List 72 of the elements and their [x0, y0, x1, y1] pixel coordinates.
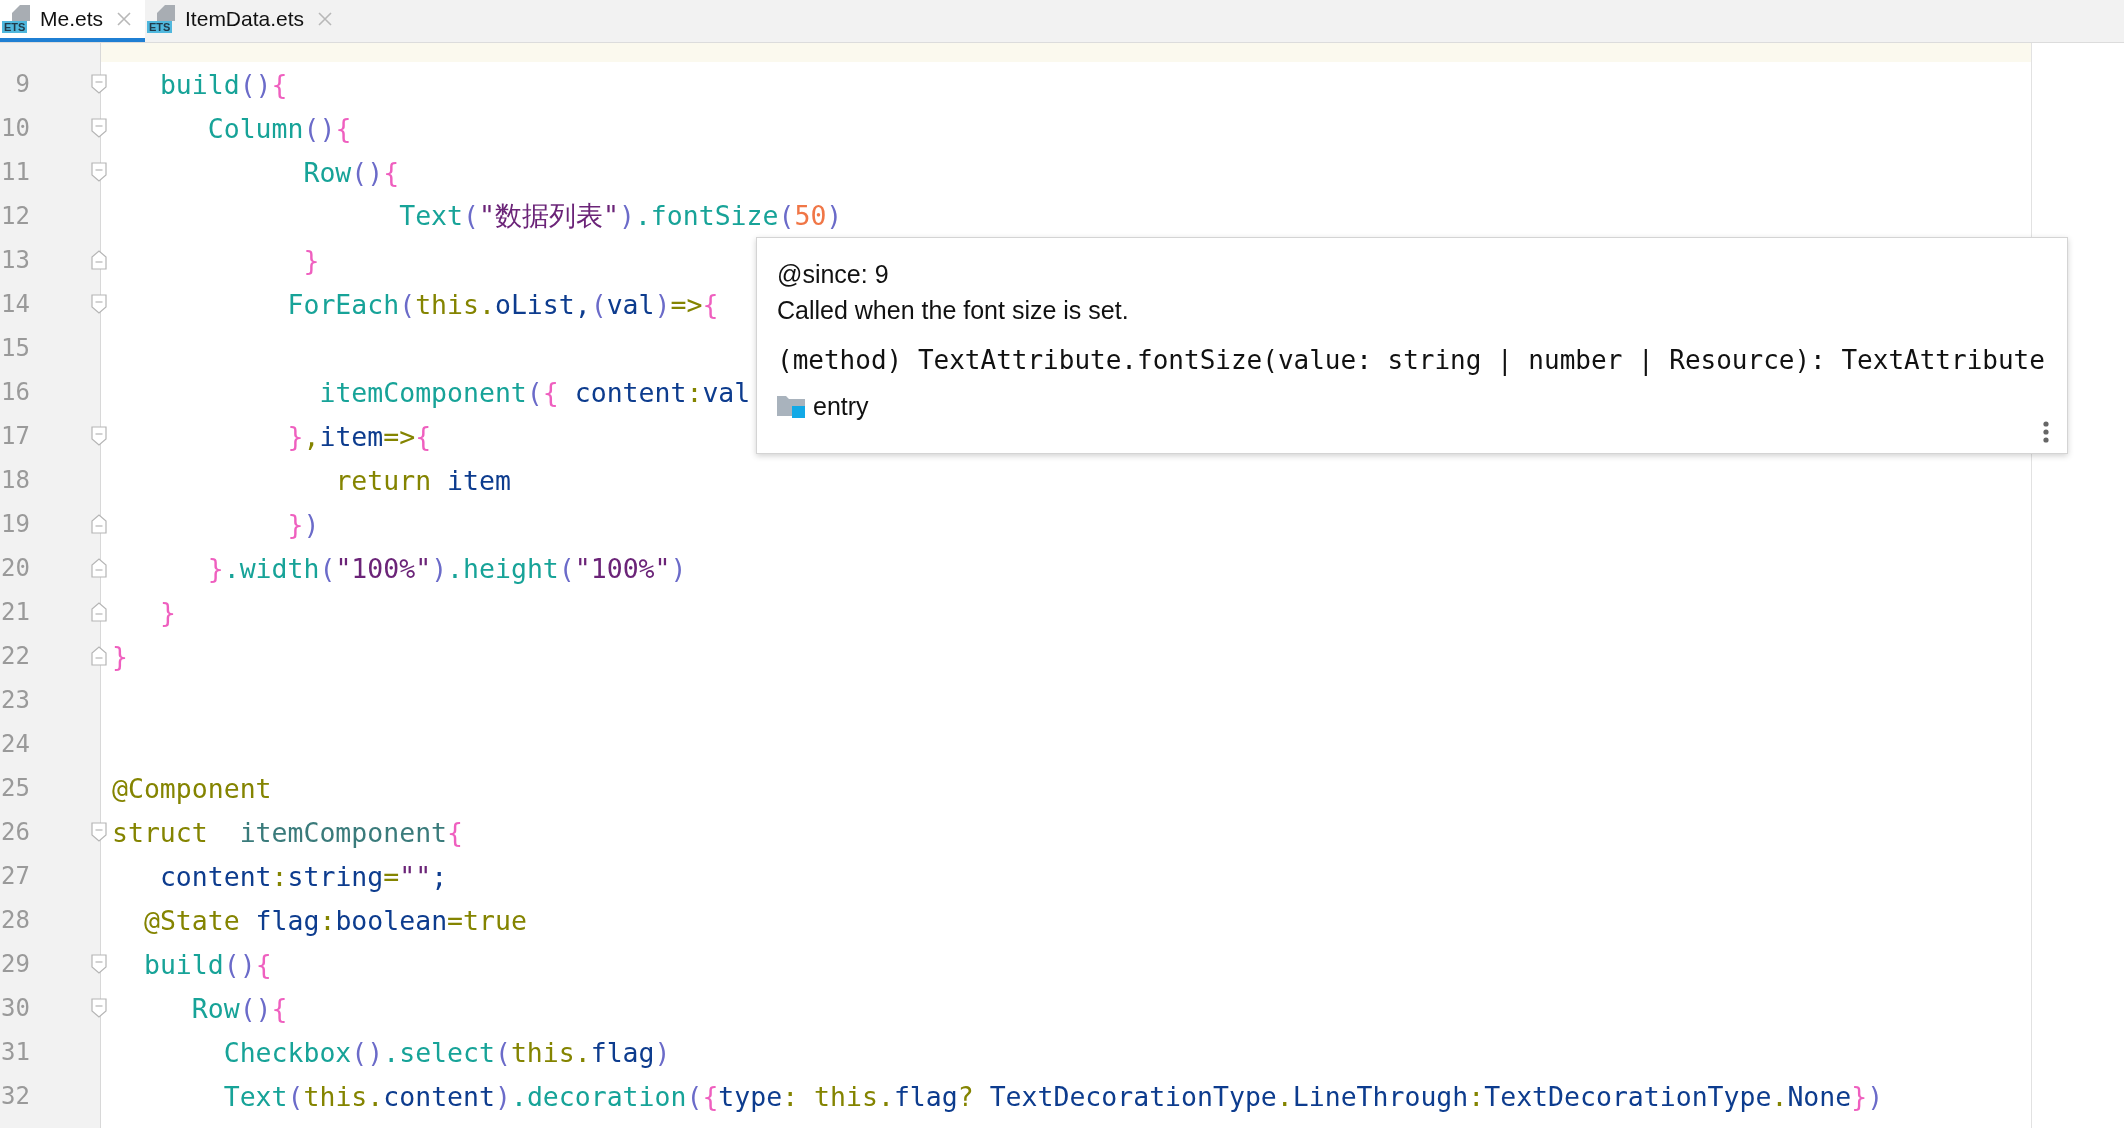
doc-description: Called when the font size is set.: [777, 295, 1130, 326]
line-number: 28: [0, 906, 30, 934]
line-number: 25: [0, 774, 30, 802]
code-line: }: [303, 244, 320, 276]
line-number: 12: [0, 202, 30, 230]
code-line: @State flag:boolean=true: [143, 904, 527, 936]
line-number: 19: [0, 510, 30, 538]
fold-icon[interactable]: [91, 294, 107, 314]
line-number: 17: [0, 422, 30, 450]
code-line: Row(){: [303, 156, 400, 188]
file-icon: [12, 5, 30, 21]
line-number: 32: [0, 1082, 30, 1110]
fold-icon[interactable]: [91, 162, 107, 182]
module-name: entry: [813, 391, 869, 422]
method-signature: (method) TextAttribute.fontSize(value: string | number | Resource): TextAttribute: [777, 344, 2046, 378]
code-line: return item: [335, 464, 511, 496]
line-number: 22: [0, 642, 30, 670]
editor-tab[interactable]: ETS ItemData.ets: [145, 0, 347, 42]
file-type-badge: ETS: [147, 21, 173, 33]
line-number: 27: [0, 862, 30, 890]
code-line: build(){: [159, 68, 288, 100]
line-number: 18: [0, 466, 30, 494]
since-label: @since: 9: [777, 259, 890, 290]
code-line: content:string="";: [159, 860, 448, 892]
line-number: 24: [0, 730, 30, 758]
fold-icon[interactable]: [91, 998, 107, 1018]
line-number: 14: [0, 290, 30, 318]
file-icon: [157, 5, 176, 21]
line-number: 20: [0, 554, 30, 582]
code-line: ForEach(this.oList,(val)=>{: [287, 288, 719, 320]
line-number: 30: [0, 994, 30, 1022]
line-number: 11: [0, 158, 30, 186]
code-line: struct itemComponent{: [112, 816, 464, 848]
code-line: }: [159, 596, 176, 628]
line-number: 31: [0, 1038, 30, 1066]
line-number: 23: [0, 686, 30, 714]
fold-icon[interactable]: [91, 602, 107, 622]
code-line: },item=>{: [287, 420, 432, 452]
line-number: 26: [0, 818, 30, 846]
line-number: 15: [0, 334, 30, 362]
fold-icon[interactable]: [91, 250, 107, 270]
code-line: Checkbox().select(this.flag): [223, 1036, 671, 1068]
fold-icon[interactable]: [91, 74, 107, 94]
fold-icon[interactable]: [91, 514, 107, 534]
code-line: build(){: [143, 948, 272, 980]
code-line: }: [112, 640, 128, 672]
folder-icon: [777, 394, 805, 418]
fold-icon[interactable]: [91, 822, 107, 842]
close-icon[interactable]: [318, 12, 333, 26]
file-type-badge: ETS: [2, 21, 28, 33]
code-line: @Component: [112, 772, 272, 804]
close-icon[interactable]: [117, 12, 132, 26]
fold-icon[interactable]: [91, 954, 107, 974]
code-line: }.width("100%").height("100%"): [207, 552, 687, 584]
more-icon[interactable]: [2043, 421, 2049, 443]
line-number: 9: [14, 70, 30, 98]
fold-icon[interactable]: [91, 558, 107, 578]
line-number: 10: [0, 114, 30, 142]
code-line: Column(){: [207, 112, 352, 144]
code-line: Row(){: [191, 992, 288, 1024]
line-number: 29: [0, 950, 30, 978]
editor-tab[interactable]: ETS Me.ets: [0, 0, 146, 42]
line-number: 21: [0, 598, 30, 626]
fold-icon[interactable]: [91, 646, 107, 666]
fold-icon[interactable]: [91, 426, 107, 446]
fold-icon[interactable]: [91, 118, 107, 138]
code-line: Text(this.content).decoration({type: this.flag? TextDecorationType.LineThrough:TextDecorationType.None}): [223, 1080, 1884, 1112]
code-line: }): [287, 508, 320, 540]
code-line: itemComponent({ content:val: [319, 376, 751, 408]
line-number: 16: [0, 378, 30, 406]
code-line: Text("数据列表").fontSize(50): [399, 199, 843, 233]
line-number: 13: [0, 246, 30, 274]
